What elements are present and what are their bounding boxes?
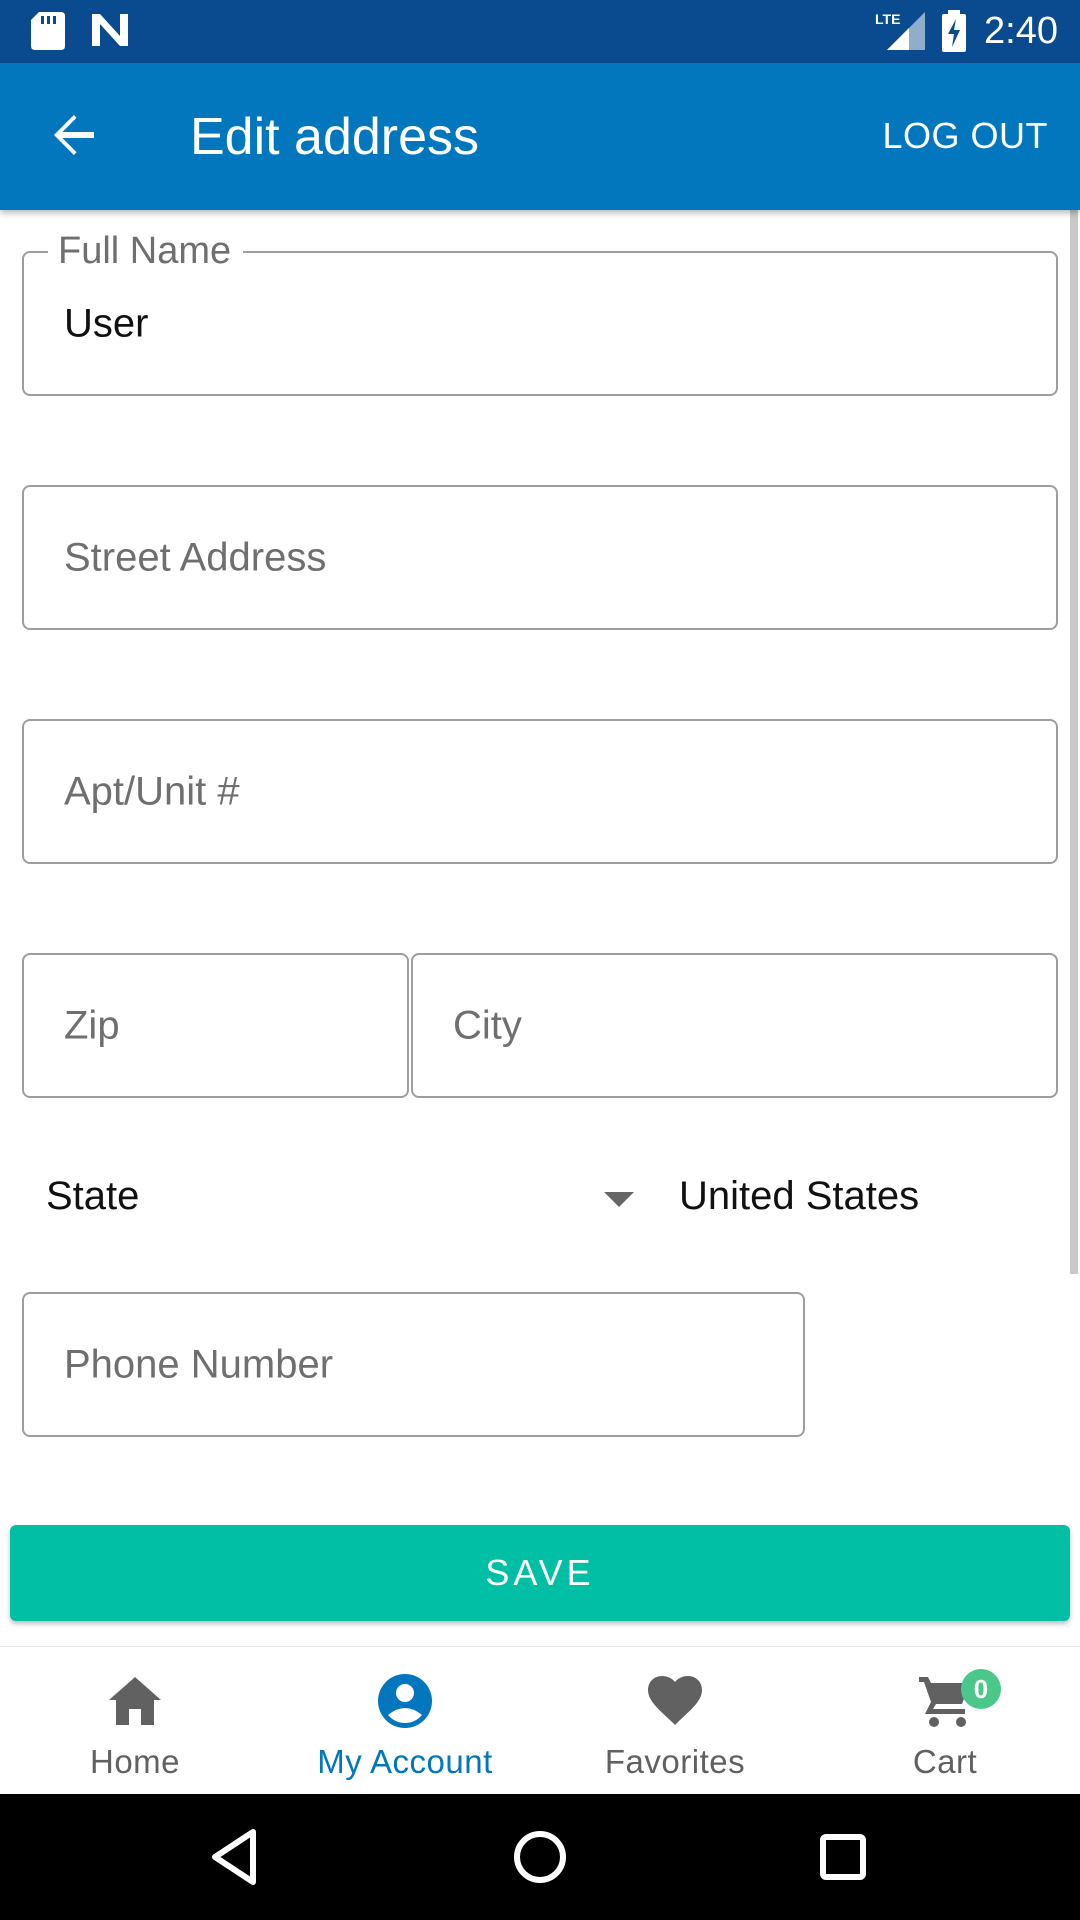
system-home-icon[interactable]	[507, 1824, 573, 1890]
state-selected-value: State	[46, 1174, 140, 1218]
nav-item-home[interactable]: Home	[0, 1647, 270, 1795]
phone-number-field[interactable]: Phone Number	[22, 1292, 805, 1437]
save-button[interactable]: SAVE	[10, 1525, 1070, 1621]
home-icon	[105, 1671, 165, 1731]
battery-charging-icon	[940, 10, 968, 57]
cart-count-badge: 0	[961, 1669, 1001, 1709]
dropdown-arrow-icon	[604, 1192, 634, 1207]
logout-button[interactable]: LOG OUT	[882, 115, 1048, 157]
nav-item-cart[interactable]: 0 Cart	[810, 1647, 1080, 1795]
zip-placeholder: Zip	[64, 1003, 120, 1047]
city-field[interactable]: City	[411, 953, 1058, 1098]
heart-icon	[645, 1671, 705, 1731]
full-name-field[interactable]: Full Name User	[22, 229, 1058, 396]
svg-text:LTE: LTE	[875, 11, 900, 27]
country-text: United States	[679, 1174, 920, 1218]
zip-field[interactable]: Zip	[22, 953, 409, 1098]
lte-signal-icon: LTE	[875, 10, 927, 57]
apt-unit-placeholder: Apt/Unit #	[64, 769, 240, 813]
sd-card-icon	[31, 12, 65, 55]
phone-number-placeholder: Phone Number	[64, 1342, 334, 1386]
nav-label-cart: Cart	[912, 1743, 978, 1780]
arrow-back-icon	[50, 111, 98, 164]
status-bar: LTE 2:40	[0, 0, 1080, 63]
status-time: 2:40	[984, 10, 1058, 52]
state-dropdown[interactable]: State	[22, 1150, 642, 1245]
full-name-value: User	[64, 301, 149, 345]
back-button[interactable]	[38, 101, 110, 173]
nav-item-my-account[interactable]: My Account	[270, 1647, 540, 1795]
system-recents-icon[interactable]	[810, 1824, 876, 1890]
nav-item-favorites[interactable]: Favorites	[540, 1647, 810, 1795]
account-circle-icon	[375, 1671, 435, 1731]
apt-unit-field[interactable]: Apt/Unit #	[22, 719, 1058, 864]
app-bar: Edit address LOG OUT	[0, 63, 1080, 210]
nav-label-home: Home	[89, 1743, 181, 1780]
page-title: Edit address	[190, 108, 480, 166]
n-notification-icon	[90, 12, 130, 53]
city-placeholder: City	[453, 1003, 522, 1047]
full-name-label: Full Name	[48, 229, 244, 273]
system-navigation-bar	[0, 1794, 1080, 1920]
street-address-field[interactable]: Street Address	[22, 485, 1058, 630]
nav-label-favorites: Favorites	[604, 1743, 746, 1780]
nav-label-my-account: My Account	[317, 1743, 493, 1780]
scrollbar[interactable]	[1070, 210, 1078, 1274]
system-back-icon[interactable]	[203, 1824, 269, 1890]
street-address-placeholder: Street Address	[64, 535, 327, 579]
bottom-navigation: Home My Account Favorites 0 Cart	[0, 1646, 1080, 1794]
